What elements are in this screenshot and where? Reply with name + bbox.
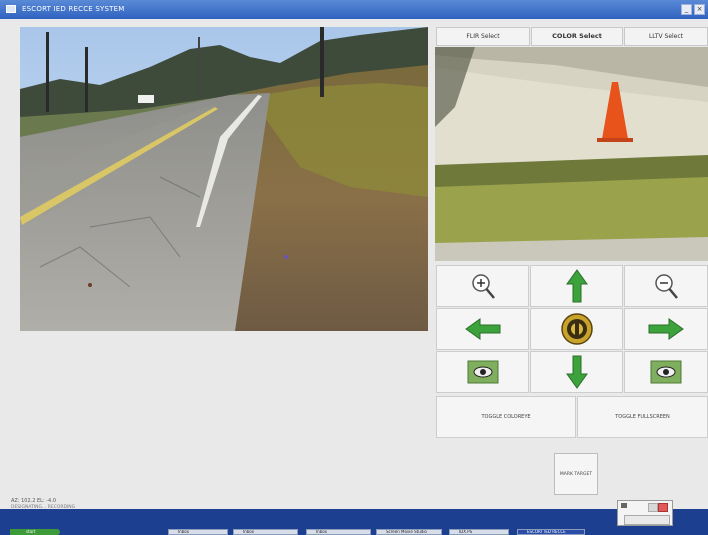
center-seal-icon	[560, 313, 593, 345]
pan-right-button[interactable]	[624, 308, 708, 350]
mark-target-button[interactable]: MARK TARGET	[554, 453, 598, 495]
status-readout: AZ: 102.2 EL: -4.0	[11, 498, 56, 504]
taskbar-item[interactable]: Inbox	[168, 529, 228, 535]
window-titlebar: ESCORT IED RECCE SYSTEM _ ×	[0, 0, 708, 19]
zoom-out-button[interactable]	[624, 265, 708, 307]
taskbar-item[interactable]: IDX.PS	[449, 529, 509, 535]
eye-icon	[650, 360, 682, 384]
arrow-up-icon	[565, 269, 588, 303]
app-icon	[6, 5, 16, 13]
pan-left-button[interactable]	[436, 308, 529, 350]
toggle-coloreye-button[interactable]: TOGGLE COLOREYE	[436, 396, 576, 438]
eye-icon	[467, 360, 498, 384]
flir-select-button[interactable]: FLIR Select	[436, 27, 530, 46]
main-camera-view	[20, 27, 428, 331]
eye-right-button[interactable]	[624, 351, 708, 393]
taskbar-item[interactable]: Screen Movie Studio	[376, 529, 442, 535]
start-label: start	[26, 529, 36, 534]
tray-icon[interactable]	[621, 503, 627, 508]
toggle-fullscreen-button[interactable]: TOGGLE FULLSCREEN	[577, 396, 708, 438]
eye-left-button[interactable]	[436, 351, 529, 393]
tray-close-icon[interactable]	[658, 503, 668, 512]
zoom-in-icon	[471, 274, 495, 299]
zoom-out-icon	[655, 274, 678, 299]
tray-button[interactable]	[648, 503, 658, 512]
pan-down-button[interactable]	[530, 351, 623, 393]
tray-toolbar[interactable]	[624, 515, 670, 525]
center-button[interactable]	[530, 308, 623, 350]
arrow-left-icon	[464, 318, 500, 340]
secondary-camera-view	[435, 47, 708, 261]
taskbar-item[interactable]: Inbox	[306, 529, 371, 535]
start-button[interactable]: start	[10, 529, 60, 535]
taskbar-item[interactable]: Inbox	[233, 529, 298, 535]
taskbar-item-active[interactable]: ESCORT IED RECCE	[517, 529, 585, 535]
close-button[interactable]: ×	[694, 4, 705, 15]
arrow-down-icon	[565, 355, 588, 389]
arrow-right-icon	[648, 318, 684, 340]
minimize-button[interactable]: _	[681, 4, 692, 15]
pan-up-button[interactable]	[530, 265, 623, 307]
tray-popup	[617, 500, 673, 526]
color-select-button[interactable]: COLOR Select	[531, 27, 623, 46]
window-title: ESCORT IED RECCE SYSTEM	[22, 5, 125, 13]
lltv-select-button[interactable]: LLTV Select	[624, 27, 708, 46]
zoom-in-button[interactable]	[436, 265, 529, 307]
